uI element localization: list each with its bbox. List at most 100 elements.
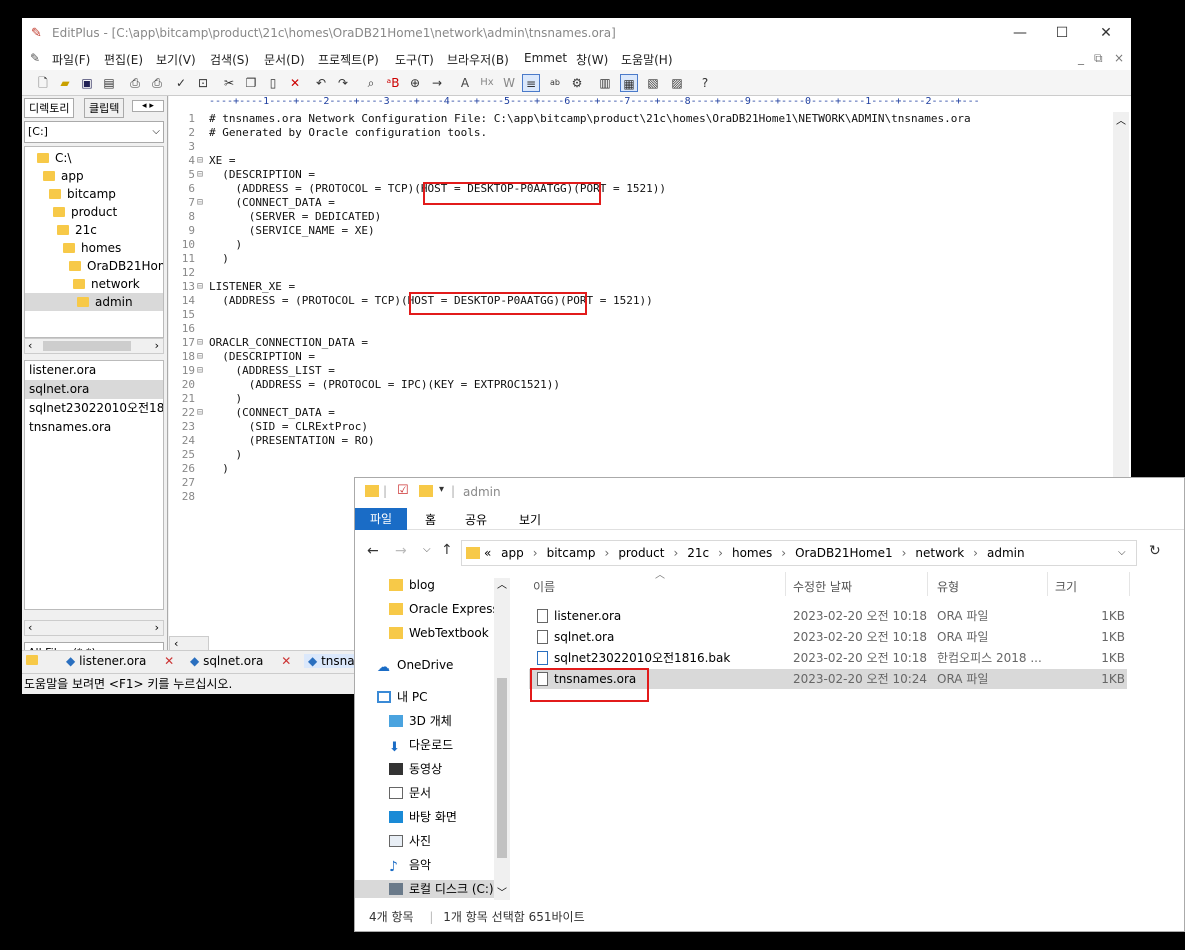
print-icon[interactable]: ⎙	[148, 74, 166, 92]
nav-item-music[interactable]: ♪ 음악	[389, 856, 431, 874]
scroll-right-icon[interactable]: ›	[155, 621, 159, 634]
maximize-button[interactable]: ☐	[1039, 22, 1085, 44]
column-divider[interactable]	[785, 572, 786, 596]
scroll-thumb[interactable]	[497, 678, 507, 858]
cliptext-icon[interactable]: ▧	[644, 74, 662, 92]
breadcrumb-item[interactable]: network	[915, 546, 964, 560]
address-bar[interactable]: « app › bitcamp › product › 21c › homes › OraDB21H…	[461, 540, 1137, 566]
doc-tab-listener[interactable]: ◆ listener.ora ✕	[66, 654, 174, 668]
breadcrumb-item[interactable]: admin	[987, 546, 1025, 560]
close-tab-icon[interactable]: ✕	[164, 654, 174, 668]
settings-gear-icon[interactable]: ⚙	[568, 74, 586, 92]
tree-node[interactable]: network	[73, 275, 140, 293]
fold-toggle-icon[interactable]: ⊟	[197, 168, 209, 182]
redo-icon[interactable]: ↷	[334, 74, 352, 92]
refresh-icon[interactable]: ↻	[1149, 543, 1161, 559]
drive-select[interactable]: [C:] ⌵	[24, 121, 164, 143]
minimize-button[interactable]: —	[997, 22, 1043, 44]
files-horizontal-scrollbar[interactable]: ‹ ›	[24, 620, 164, 636]
column-divider[interactable]	[1047, 572, 1048, 596]
mdi-close-icon[interactable]: ×	[1114, 51, 1124, 65]
output-window-icon[interactable]: ▦	[620, 74, 638, 92]
nav-item-local-disk[interactable]: 로컬 디스크 (C:)	[355, 880, 495, 898]
scroll-up-icon[interactable]: ︿	[1116, 112, 1126, 127]
menu-view[interactable]: 보기(V)	[156, 51, 196, 68]
column-header-size[interactable]: 크기	[1055, 578, 1077, 595]
list-item[interactable]: listener.ora	[25, 361, 163, 380]
list-item[interactable]: tnsnames.ora	[25, 418, 163, 437]
help-pointer-icon[interactable]: ?	[696, 74, 714, 92]
scroll-down-icon[interactable]: ﹀	[497, 884, 507, 899]
breadcrumb-item[interactable]: product	[618, 546, 664, 560]
recent-dropdown-icon[interactable]: ⌵	[423, 544, 431, 555]
menu-file[interactable]: 파일(F)	[52, 51, 90, 68]
list-item-selected[interactable]: sqlnet.ora	[25, 380, 163, 399]
copy-icon[interactable]: ❐	[242, 74, 260, 92]
table-row[interactable]: sqlnet.ora 2023-02-20 오전 10:18 ORA 파일 1K…	[529, 627, 1127, 647]
menu-help[interactable]: 도움말(H)	[621, 51, 673, 68]
paste-icon[interactable]: ▯	[264, 74, 282, 92]
undo-icon[interactable]: ↶	[312, 74, 330, 92]
ribbon-tab-share[interactable]: 공유	[465, 511, 487, 528]
menu-search[interactable]: 검색(S)	[210, 51, 249, 68]
nav-item-3d-objects[interactable]: 3D 개체	[389, 712, 452, 730]
goto-icon[interactable]: ⊕	[406, 74, 424, 92]
menu-document[interactable]: 문서(D)	[264, 51, 305, 68]
nav-vertical-scrollbar[interactable]: ︿ ﹀	[494, 578, 510, 900]
save-icon[interactable]: ▣	[78, 74, 96, 92]
save-all-icon[interactable]: ▤	[100, 74, 118, 92]
scroll-left-icon[interactable]: ‹	[28, 621, 32, 634]
table-row[interactable]: listener.ora 2023-02-20 오전 10:18 ORA 파일 …	[529, 606, 1127, 626]
close-tab-icon[interactable]: ✕	[281, 654, 291, 668]
tab-directory[interactable]: 디렉토리	[24, 98, 75, 118]
fold-toggle-icon[interactable]: ⊟	[197, 280, 209, 294]
goto-line-icon[interactable]: →	[428, 74, 446, 92]
mdi-restore-icon[interactable]: ⧉	[1094, 51, 1103, 66]
wordwrap-icon[interactable]: W	[500, 74, 518, 92]
ribbon-tab-file[interactable]: 파일	[355, 508, 407, 530]
tree-node[interactable]: 21c	[57, 221, 97, 239]
close-button[interactable]: ✕	[1083, 22, 1129, 44]
breadcrumb-overflow[interactable]: «	[484, 546, 491, 560]
new-folder-icon[interactable]	[419, 485, 433, 497]
scroll-up-icon[interactable]: ︿	[497, 576, 507, 591]
hex-icon[interactable]: Hx	[478, 74, 496, 92]
fold-toggle-icon[interactable]: ⊟	[197, 336, 209, 350]
column-divider[interactable]	[1129, 572, 1130, 596]
delete-icon[interactable]: ✕	[286, 74, 304, 92]
font-icon[interactable]: A	[456, 74, 474, 92]
tree-node[interactable]: C:\	[37, 149, 71, 167]
nav-item-blog[interactable]: blog	[389, 576, 435, 594]
tree-horizontal-scrollbar[interactable]: ‹ ›	[24, 338, 164, 354]
menu-edit[interactable]: 편집(E)	[104, 51, 143, 68]
scroll-left-icon[interactable]: ‹	[28, 339, 32, 352]
menu-emmet[interactable]: Emmet	[524, 51, 567, 65]
nav-item-webtextbook[interactable]: WebTextbook	[389, 624, 489, 642]
list-item[interactable]: sqlnet23022010오전181	[25, 399, 163, 418]
fold-toggle-icon[interactable]: ⊟	[197, 196, 209, 210]
print-preview-icon[interactable]: ⎙	[126, 74, 144, 92]
breadcrumb-item[interactable]: OraDB21Home1	[795, 546, 893, 560]
scroll-thumb[interactable]	[43, 341, 131, 351]
ribbon-tab-home[interactable]: 홈	[425, 511, 436, 528]
up-arrow-icon[interactable]: ↑	[441, 542, 453, 558]
breadcrumb-item[interactable]: homes	[732, 546, 772, 560]
breadcrumb-item[interactable]: bitcamp	[547, 546, 596, 560]
tree-node[interactable]: bitcamp	[49, 185, 116, 203]
column-divider[interactable]	[927, 572, 928, 596]
spellcheck-icon[interactable]: ✓	[172, 74, 190, 92]
forward-arrow-icon[interactable]: →	[395, 543, 407, 559]
find-icon[interactable]: ⌕	[362, 74, 380, 92]
cut-icon[interactable]: ✂	[220, 74, 238, 92]
nav-item-downloads[interactable]: ⬇ 다운로드	[389, 736, 453, 754]
replace-icon[interactable]: ᵃB	[384, 74, 402, 92]
column-header-type[interactable]: 유형	[937, 578, 959, 595]
fold-toggle-icon[interactable]: ⊟	[197, 406, 209, 420]
quick-access-dropdown-icon[interactable]: ▾	[439, 484, 444, 495]
menu-project[interactable]: 프로젝트(P)	[318, 51, 379, 68]
nav-item-documents[interactable]: 문서	[389, 784, 431, 802]
table-row[interactable]: sqlnet23022010오전1816.bak 2023-02-20 오전 1…	[529, 648, 1127, 668]
menu-window[interactable]: 창(W)	[576, 51, 608, 68]
new-file-icon[interactable]: 🗋	[34, 74, 52, 92]
fold-toggle-icon[interactable]: ⊟	[197, 364, 209, 378]
